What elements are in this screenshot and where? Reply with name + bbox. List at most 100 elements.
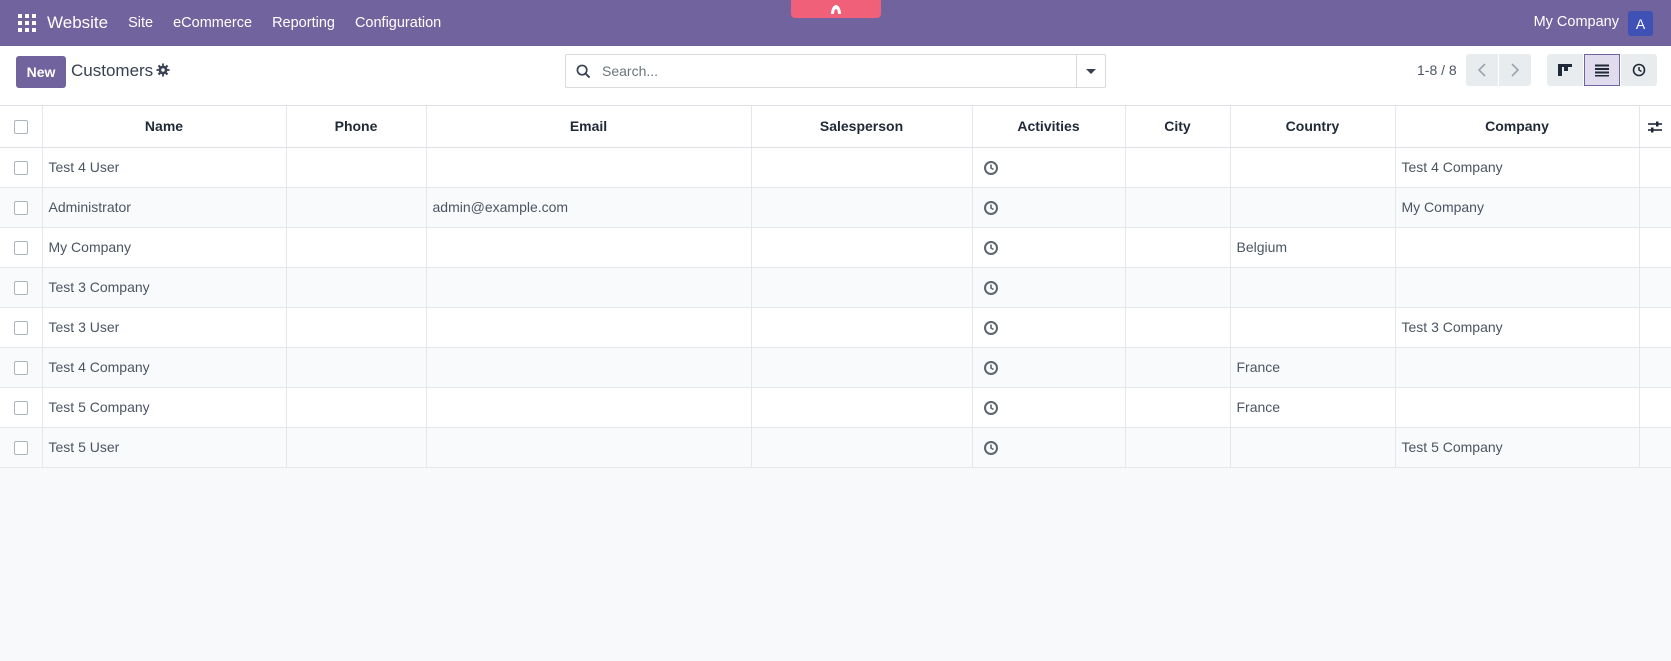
user-avatar[interactable]: A [1628, 11, 1653, 36]
table-row[interactable]: Test 4 Company France [0, 347, 1671, 388]
cell-name: Test 3 User [42, 307, 287, 348]
select-all-cell [0, 106, 43, 148]
column-header-email[interactable]: Email [426, 106, 752, 148]
cell-city [1125, 387, 1231, 428]
cell-phone [286, 387, 427, 428]
activity-view-button[interactable] [1621, 54, 1657, 86]
cell-spacer [1639, 387, 1671, 428]
cell-country [1230, 307, 1396, 348]
activity-clock-icon[interactable] [983, 400, 999, 416]
row-checkbox[interactable] [13, 401, 28, 416]
table-row[interactable]: Test 4 User Test 4 Company [0, 147, 1671, 188]
cell-country [1230, 267, 1396, 308]
bug-icon [831, 5, 841, 14]
column-header-country[interactable]: Country [1230, 106, 1396, 148]
cell-phone [286, 227, 427, 268]
table-row[interactable]: Administrator admin@example.com My Company [0, 187, 1671, 228]
cell-salesperson [751, 387, 973, 428]
search-bar [565, 54, 1106, 88]
row-checkbox[interactable] [13, 441, 28, 456]
app-brand[interactable]: Website [47, 13, 108, 33]
cell-email [426, 427, 752, 468]
menu-ecommerce[interactable]: eCommerce [173, 15, 252, 31]
activity-clock-icon[interactable] [983, 320, 999, 336]
row-select-cell [0, 147, 43, 188]
row-checkbox[interactable] [13, 281, 28, 296]
new-button[interactable]: New [16, 56, 66, 88]
cell-activities [972, 267, 1126, 308]
cell-email [426, 147, 752, 188]
cell-spacer [1639, 267, 1671, 308]
row-select-cell [0, 267, 43, 308]
list-view-button[interactable] [1584, 54, 1620, 86]
pager-value[interactable]: 1-8 / 8 [1417, 62, 1457, 78]
kanban-view-button[interactable] [1547, 54, 1583, 86]
column-header-company[interactable]: Company [1395, 106, 1640, 148]
cell-city [1125, 427, 1231, 468]
cell-email: admin@example.com [426, 187, 752, 228]
cell-salesperson [751, 307, 973, 348]
row-checkbox[interactable] [13, 161, 28, 176]
cell-phone [286, 267, 427, 308]
activity-clock-icon[interactable] [983, 160, 999, 176]
row-checkbox[interactable] [13, 361, 28, 376]
cell-country [1230, 427, 1396, 468]
table-row[interactable]: My Company Belgium [0, 227, 1671, 268]
column-header-phone[interactable]: Phone [286, 106, 427, 148]
cell-name: Test 3 Company [42, 267, 287, 308]
cell-salesperson [751, 187, 973, 228]
caret-down-icon [1086, 68, 1096, 74]
top-navbar: Website Site eCommerce Reporting Configu… [0, 0, 1671, 46]
cell-city [1125, 347, 1231, 388]
row-select-cell [0, 387, 43, 428]
cell-email [426, 387, 752, 428]
apps-menu-icon[interactable] [18, 14, 36, 32]
cell-salesperson [751, 227, 973, 268]
cell-spacer [1639, 227, 1671, 268]
cell-spacer [1639, 187, 1671, 228]
cell-country [1230, 147, 1396, 188]
cell-country: France [1230, 387, 1396, 428]
table-header-row: Name Phone Email Salesperson Activities … [0, 106, 1671, 148]
sliders-icon [1648, 121, 1663, 133]
activity-clock-icon[interactable] [983, 200, 999, 216]
search-input[interactable] [602, 55, 1062, 87]
activity-clock-icon[interactable] [983, 240, 999, 256]
cell-company [1395, 227, 1640, 268]
table-row[interactable]: Test 5 User Test 5 Company [0, 427, 1671, 468]
activity-clock-icon[interactable] [983, 360, 999, 376]
column-header-name[interactable]: Name [42, 106, 287, 148]
company-switcher[interactable]: My Company [1534, 14, 1619, 30]
gear-icon[interactable] [156, 63, 170, 77]
search-icon [576, 64, 591, 79]
cell-email [426, 267, 752, 308]
pager-previous-button[interactable] [1466, 54, 1498, 86]
optional-columns-toggle[interactable] [1639, 106, 1671, 148]
table-row[interactable]: Test 3 Company [0, 267, 1671, 308]
row-checkbox[interactable] [13, 201, 28, 216]
cell-company: Test 3 Company [1395, 307, 1640, 348]
menu-site[interactable]: Site [128, 15, 153, 31]
debug-ribbon-tab[interactable] [791, 0, 881, 18]
search-options-toggle[interactable] [1076, 55, 1105, 87]
cell-name: My Company [42, 227, 287, 268]
select-all-checkbox[interactable] [13, 120, 28, 135]
cell-activities [972, 187, 1126, 228]
activity-clock-icon[interactable] [983, 280, 999, 296]
activity-clock-icon[interactable] [983, 440, 999, 456]
row-checkbox[interactable] [13, 241, 28, 256]
row-select-cell [0, 187, 43, 228]
table-row[interactable]: Test 3 User Test 3 Company [0, 307, 1671, 348]
column-header-city[interactable]: City [1125, 106, 1231, 148]
customers-table: Name Phone Email Salesperson Activities … [0, 106, 1671, 468]
menu-reporting[interactable]: Reporting [272, 15, 335, 31]
menu-configuration[interactable]: Configuration [355, 15, 441, 31]
pager-next-button[interactable] [1499, 54, 1531, 86]
column-header-salesperson[interactable]: Salesperson [751, 106, 973, 148]
cell-city [1125, 307, 1231, 348]
column-header-activities[interactable]: Activities [972, 106, 1126, 148]
row-checkbox[interactable] [13, 321, 28, 336]
cell-name: Test 5 Company [42, 387, 287, 428]
table-row[interactable]: Test 5 Company France [0, 387, 1671, 428]
cell-activities [972, 387, 1126, 428]
